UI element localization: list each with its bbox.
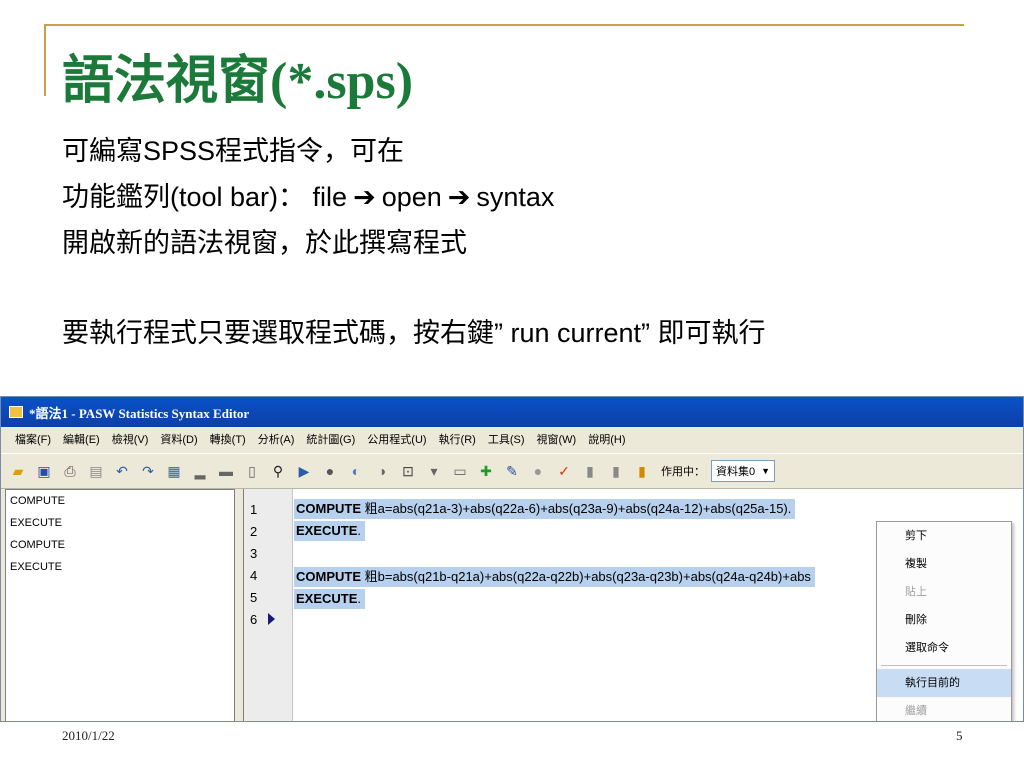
menu-bar: 檔案(F) 編輯(E) 檢視(V) 資料(D) 轉換(T) 分析(A) 統計圖(…: [1, 427, 1023, 451]
stop-icon[interactable]: ●: [321, 462, 339, 480]
syntax-editor-window: *語法1 - PASW Statistics Syntax Editor 檔案(…: [0, 396, 1024, 722]
code-line[interactable]: COMPUTE 粗b=abs(q21b-q21a)+abs(q22a-q22b)…: [294, 567, 815, 587]
line-number-gutter: 1 2 3 4 5 6: [244, 489, 293, 721]
bullet-line-4: 要執行程式只要選取程式碼，按右鍵” run current” 即可執行: [62, 318, 766, 348]
left-rule: [44, 24, 46, 96]
top-rule: [44, 24, 964, 26]
menu-transform[interactable]: 轉換(T): [210, 431, 246, 447]
context-paste[interactable]: 貼上: [877, 578, 1011, 606]
line-number: 1: [250, 502, 258, 517]
menu-utilities[interactable]: 公用程式(U): [367, 431, 426, 447]
undo-icon[interactable]: ↶: [113, 462, 131, 480]
code-line[interactable]: EXECUTE.: [294, 521, 366, 541]
arrow-right-icon: ➔: [353, 182, 376, 213]
menu-analyze[interactable]: 分析(A): [258, 431, 295, 447]
nav-item[interactable]: EXECUTE: [6, 512, 234, 534]
bullet-list: 可編寫SPSS程式指令，可在 功能鑑列(tool bar)： file ➔ open…: [62, 128, 962, 362]
bullet-line-2-c: syntax: [476, 182, 555, 212]
bullet-line-2-b: open: [381, 182, 442, 212]
line-number: 2: [250, 524, 258, 539]
recall-dialog-icon[interactable]: ▤: [87, 462, 105, 480]
active-dataset-value: 資料集0: [716, 466, 756, 478]
active-dataset-select[interactable]: 資料集0 ▼: [711, 460, 776, 482]
code-line[interactable]: COMPUTE 粗a=abs(q21a-3)+abs(q22a-6)+abs(q…: [294, 499, 796, 519]
bookmark-next-icon[interactable]: ▮: [607, 462, 625, 480]
context-delete[interactable]: 刪除: [877, 606, 1011, 634]
menu-data[interactable]: 資料(D): [160, 431, 197, 447]
nav-item[interactable]: COMPUTE: [6, 534, 234, 556]
bullet-line-2: 功能鑑列(tool bar)： file ➔ open ➔ syntax: [62, 174, 962, 220]
redo-icon[interactable]: ↷: [139, 462, 157, 480]
code-text: .: [357, 591, 362, 606]
bookmark-clear-icon[interactable]: ▮: [633, 462, 651, 480]
code-line[interactable]: EXECUTE.: [294, 589, 366, 609]
comment-icon[interactable]: ✎: [503, 462, 521, 480]
goto-case-icon[interactable]: ▂: [191, 462, 209, 480]
context-select-command[interactable]: 選取命令: [877, 634, 1011, 662]
run-selection-icon[interactable]: ▶: [295, 462, 313, 480]
current-line-arrow-icon: [268, 613, 275, 625]
context-separator: [881, 665, 1007, 666]
toolbar: ▰ ▣ ⎙ ▤ ↶ ↷ ▦ ▂ ▬ ▯ ⚲ ▶ ● ◐ ◑ ⊡ ▾ ▭ ✚ ✎ …: [1, 453, 1023, 489]
navigation-pane: COMPUTE EXECUTE COMPUTE EXECUTE: [5, 489, 235, 721]
bullet-line-3: 開啟新的語法視窗，於此撰寫程式: [62, 228, 467, 258]
window-titlebar[interactable]: *語法1 - PASW Statistics Syntax Editor: [1, 397, 1023, 427]
save-icon[interactable]: ▣: [35, 462, 53, 480]
variables-icon[interactable]: ▯: [243, 462, 261, 480]
context-run-current[interactable]: 執行目前的: [877, 669, 1011, 697]
find-icon[interactable]: ⚲: [269, 462, 287, 480]
code-text: 粗a=abs(q21a-3)+abs(q22a-6)+abs(q23a-9)+a…: [364, 501, 792, 516]
print-icon[interactable]: ⎙: [61, 462, 79, 480]
breakpoint-icon[interactable]: ●: [529, 462, 547, 480]
line-number: 5: [250, 590, 258, 605]
data-editor-icon[interactable]: ▦: [165, 462, 183, 480]
nav-item[interactable]: EXECUTE: [6, 556, 234, 578]
menu-edit[interactable]: 編輯(E): [63, 431, 100, 447]
bookmark-icon[interactable]: ▮: [581, 462, 599, 480]
code-text: .: [357, 523, 362, 538]
value-labels-icon[interactable]: ▭: [451, 462, 469, 480]
code-keyword: EXECUTE: [296, 591, 358, 606]
active-dataset-label: 作用中：: [661, 466, 705, 478]
footer-date: 2010/1/22: [62, 728, 115, 743]
goto-variable-icon[interactable]: ▬: [217, 462, 235, 480]
line-number: 3: [250, 546, 258, 561]
syntax-file-icon: [9, 406, 23, 418]
code-keyword: COMPUTE: [296, 569, 361, 584]
menu-file[interactable]: 檔案(F): [15, 431, 51, 447]
code-keyword: EXECUTE: [296, 523, 358, 538]
open-folder-icon[interactable]: ▰: [9, 462, 27, 480]
chevron-down-icon: ▼: [761, 466, 771, 476]
bullet-line-2-a: 功能鑑列(tool bar)： file: [62, 182, 348, 212]
code-keyword: COMPUTE: [296, 501, 361, 516]
context-cut[interactable]: 剪下: [877, 522, 1011, 550]
validate-icon[interactable]: ✓: [555, 462, 573, 480]
goto-data-icon[interactable]: ◐: [347, 462, 365, 480]
select-cases-icon[interactable]: ⊡: [399, 462, 417, 480]
context-continue[interactable]: 繼續: [877, 697, 1011, 721]
line-number: 4: [250, 568, 258, 583]
menu-run[interactable]: 執行(R): [439, 431, 476, 447]
code-text: 粗b=abs(q21b-q21a)+abs(q22a-q22b)+abs(q23…: [364, 569, 811, 584]
menu-view[interactable]: 檢視(V): [112, 431, 149, 447]
context-copy[interactable]: 複製: [877, 550, 1011, 578]
add-icon[interactable]: ✚: [477, 462, 495, 480]
arrow-right-icon: ➔: [447, 182, 471, 213]
slide-title: 語法視窗(*.sps): [62, 53, 414, 110]
split-file-icon[interactable]: ◑: [373, 462, 391, 480]
line-number: 6: [250, 612, 258, 627]
nav-item[interactable]: COMPUTE: [6, 490, 234, 512]
bullet-line-1: 可編寫SPSS程式指令，可在: [62, 136, 405, 166]
window-title: *語法1 - PASW Statistics Syntax Editor: [29, 405, 250, 421]
context-menu: 剪下 複製 貼上 刪除 選取命令 執行目前的 繼續: [876, 521, 1012, 721]
menu-graphs[interactable]: 統計圖(G): [306, 431, 355, 447]
menu-window[interactable]: 視窗(W): [537, 431, 577, 447]
menu-tools[interactable]: 工具(S): [488, 431, 525, 447]
page-number: 5: [956, 728, 963, 743]
menu-help[interactable]: 說明(H): [588, 431, 625, 447]
weight-cases-icon[interactable]: ▾: [425, 462, 443, 480]
